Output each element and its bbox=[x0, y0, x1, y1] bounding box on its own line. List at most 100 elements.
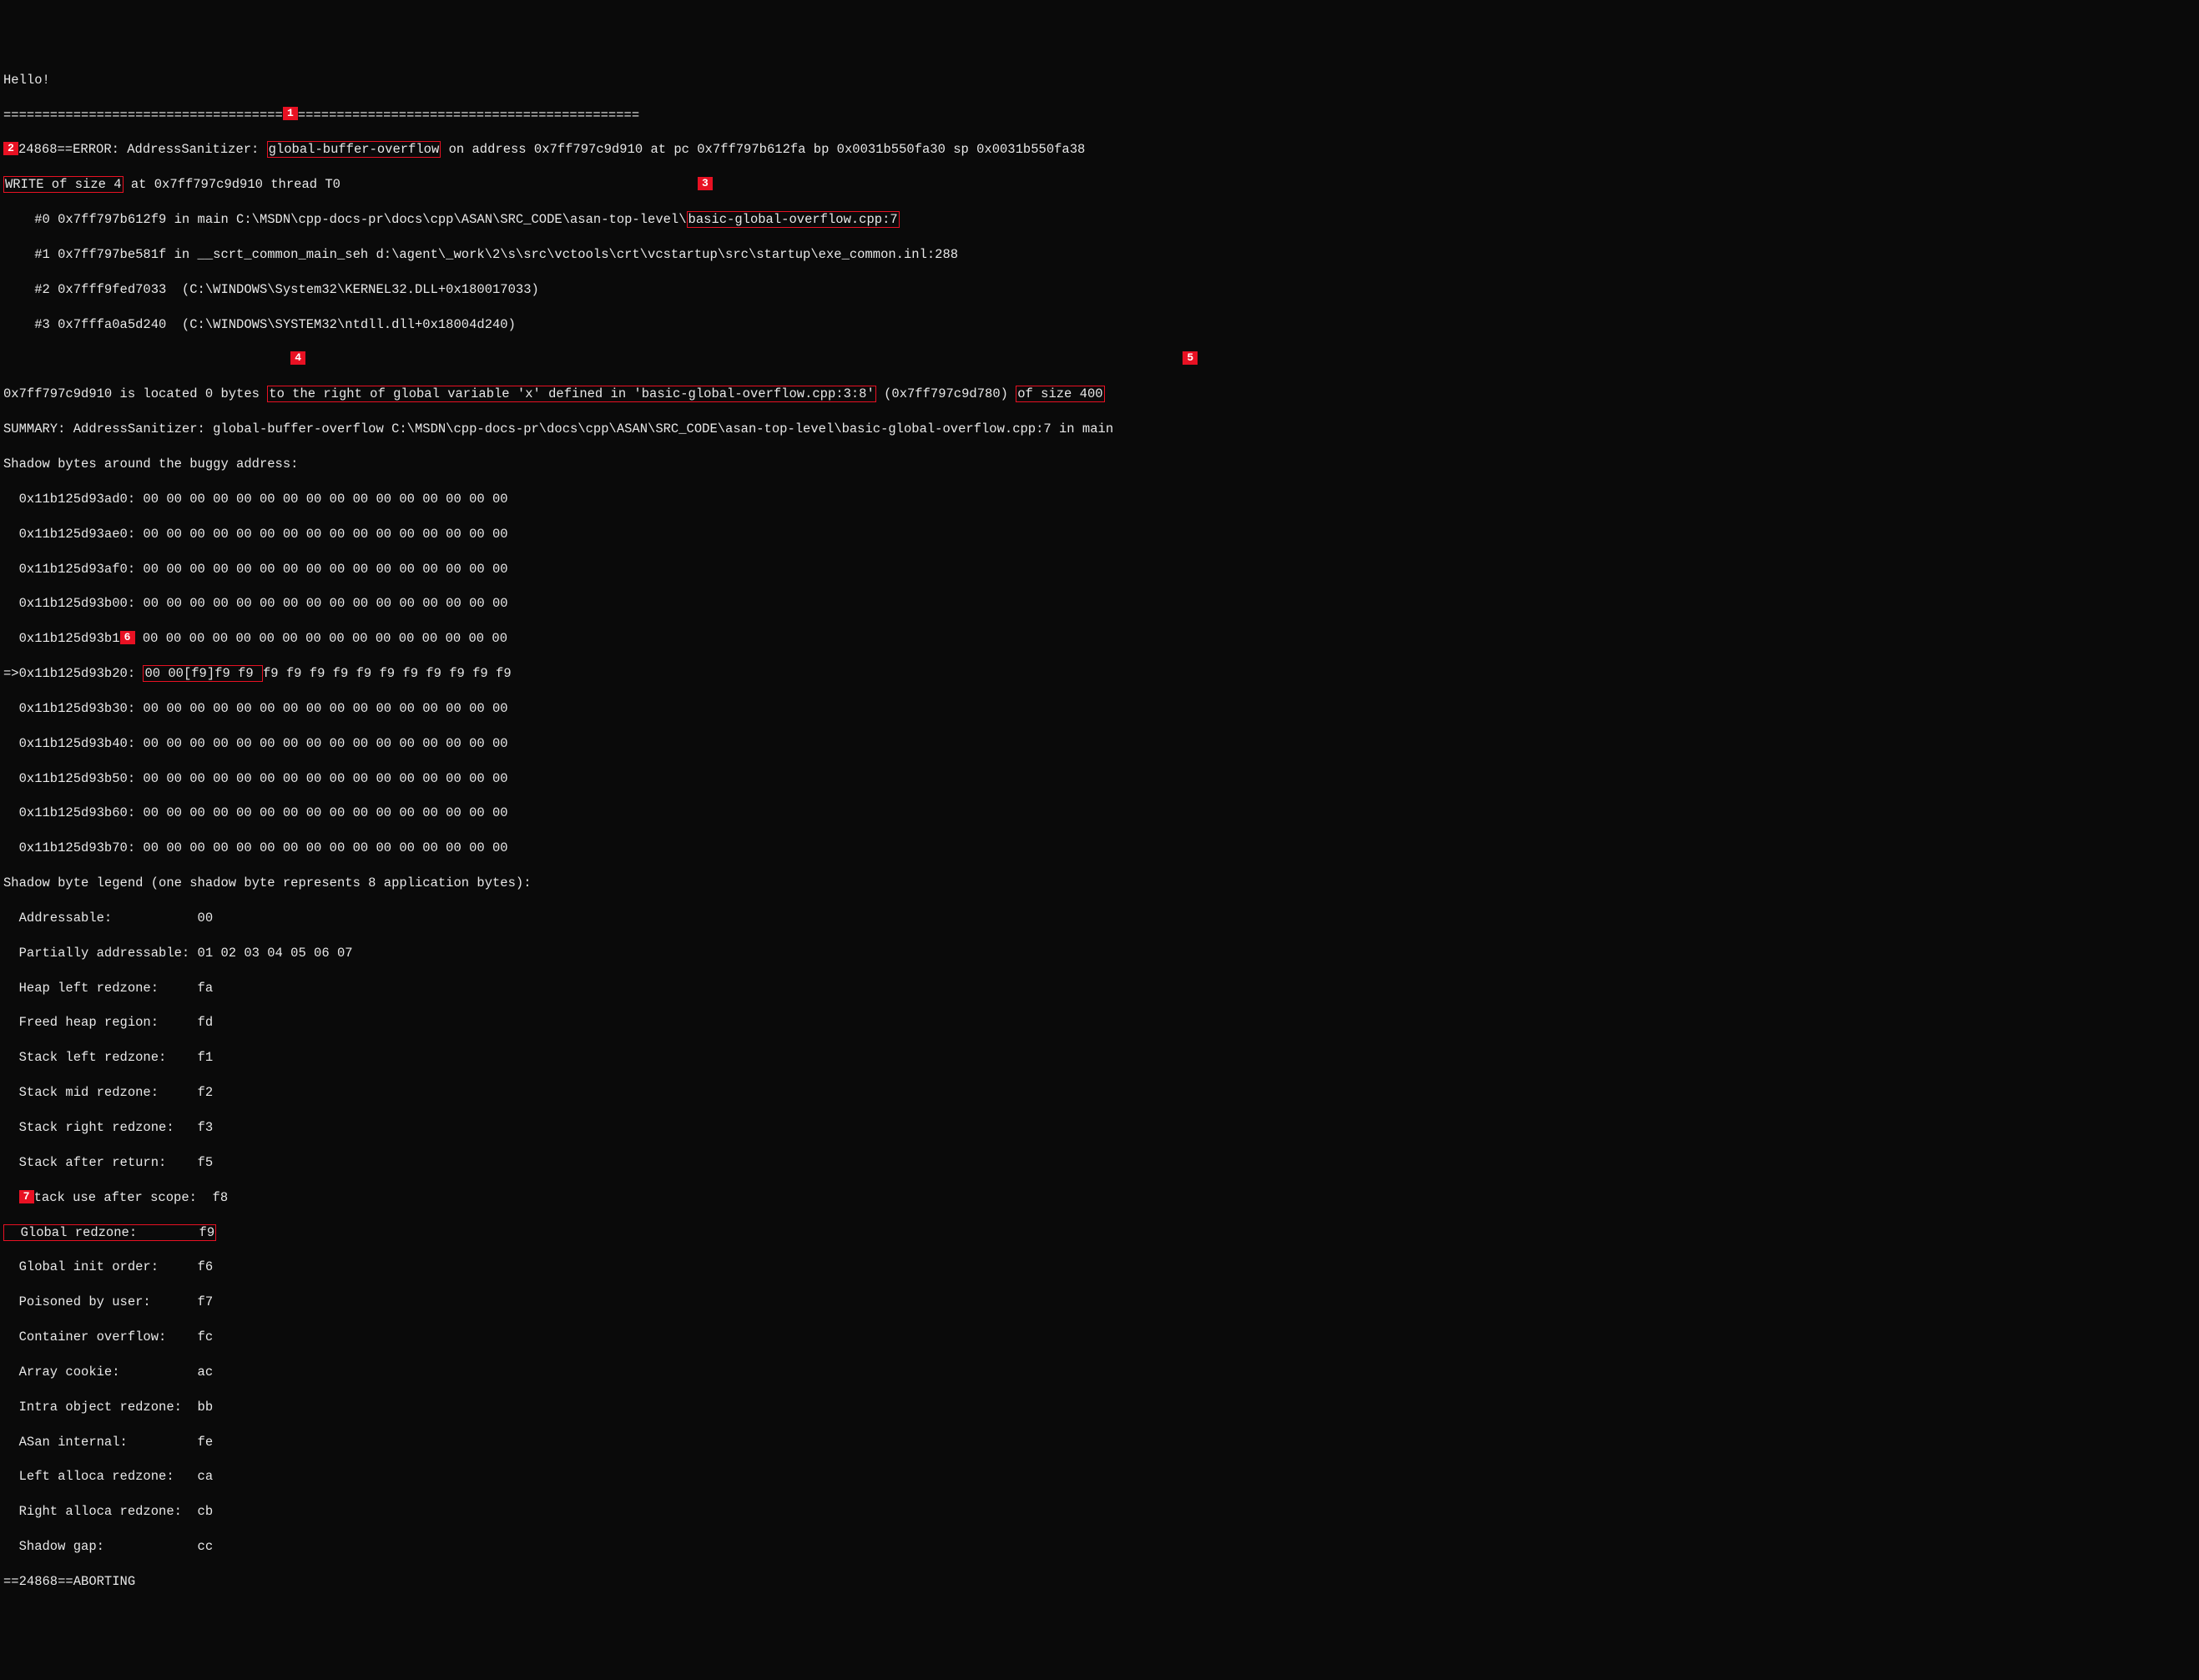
summary-line: SUMMARY: AddressSanitizer: global-buffer… bbox=[3, 421, 2196, 438]
callout-1: 1 bbox=[283, 107, 298, 120]
legend-row: Stack mid redzone: f2 bbox=[3, 1084, 2196, 1102]
sr4a: 0x11b125d93b1 bbox=[3, 631, 120, 646]
legend-row-global-redzone: Global redzone: f9 bbox=[3, 1224, 2196, 1242]
l12: Container overflow: fc bbox=[3, 1329, 213, 1345]
legend-hdr: Shadow byte legend (one shadow byte repr… bbox=[3, 875, 532, 890]
stack-frame-3: #3 0x7fffa0a5d240 (C:\WINDOWS\SYSTEM32\n… bbox=[3, 316, 2196, 334]
shadow-row: 0x11b125d93ad0: 00 00 00 00 00 00 00 00 … bbox=[3, 491, 2196, 508]
callout-5: 5 bbox=[1183, 351, 1198, 365]
shadow-row: 0x11b125d93b50: 00 00 00 00 00 00 00 00 … bbox=[3, 770, 2196, 788]
l18: Shadow gap: cc bbox=[3, 1539, 213, 1554]
error-prefix: 24868==ERROR: AddressSanitizer: bbox=[18, 142, 267, 157]
greeting: Hello! bbox=[3, 73, 50, 88]
legend-row: Stack left redzone: f1 bbox=[3, 1049, 2196, 1067]
l13: Array cookie: ac bbox=[3, 1365, 213, 1380]
error-type: global-buffer-overflow bbox=[267, 141, 441, 158]
legend-row: Array cookie: ac bbox=[3, 1364, 2196, 1381]
shadow-row: 0x11b125d93b00: 00 00 00 00 00 00 00 00 … bbox=[3, 595, 2196, 613]
error-line: 224868==ERROR: AddressSanitizer: global-… bbox=[3, 141, 2196, 159]
sr5b: 00 00[f9]f9 f9 bbox=[143, 665, 263, 682]
sr5c: f9 f9 f9 f9 f9 f9 f9 f9 f9 f9 f9 bbox=[263, 666, 512, 681]
legend-row: Intra object redzone: bb bbox=[3, 1399, 2196, 1416]
callout-6: 6 bbox=[120, 631, 135, 644]
loc-addr: (0x7ff797c9d780) bbox=[876, 386, 1016, 401]
legend-row: Left alloca redzone: ca bbox=[3, 1468, 2196, 1486]
shadow-header: Shadow bytes around the buggy address: bbox=[3, 456, 2196, 473]
l14: Intra object redzone: bb bbox=[3, 1400, 213, 1415]
loc-pre: 0x7ff797c9d910 is located 0 bytes bbox=[3, 386, 267, 401]
legend-row: Freed heap region: fd bbox=[3, 1014, 2196, 1032]
legend-row: Right alloca redzone: cb bbox=[3, 1503, 2196, 1521]
l4: Stack left redzone: f1 bbox=[3, 1050, 213, 1065]
sr9: 0x11b125d93b60: 00 00 00 00 00 00 00 00 … bbox=[3, 805, 508, 820]
blank-line: 4 5 bbox=[3, 351, 2196, 368]
l2: Heap left redzone: fa bbox=[3, 981, 213, 996]
greeting-line: Hello! bbox=[3, 72, 2196, 89]
hr-line: ====================================1===… bbox=[3, 107, 2196, 124]
l5: Stack mid redzone: f2 bbox=[3, 1085, 213, 1100]
shadow-row-current: =>0x11b125d93b20: 00 00[f9]f9 f9 f9 f9 f… bbox=[3, 665, 2196, 683]
frame0-a: #0 0x7ff797b612f9 in main C:\MSDN\cpp-do… bbox=[3, 212, 687, 227]
l6: Stack right redzone: f3 bbox=[3, 1120, 213, 1135]
abort: ==24868==ABORTING bbox=[3, 1574, 135, 1589]
legend-row: Heap left redzone: fa bbox=[3, 980, 2196, 997]
legend-row: 7tack use after scope: f8 bbox=[3, 1189, 2196, 1207]
frame1: #1 0x7ff797be581f in __scrt_common_main_… bbox=[3, 247, 958, 262]
loc-size: of size 400 bbox=[1016, 386, 1104, 402]
l1: Partially addressable: 01 02 03 04 05 06… bbox=[3, 946, 353, 961]
summary: SUMMARY: AddressSanitizer: global-buffer… bbox=[3, 421, 1113, 436]
stack-frame-0: #0 0x7ff797b612f9 in main C:\MSDN\cpp-do… bbox=[3, 211, 2196, 229]
stack-frame-2: #2 0x7fff9fed7033 (C:\WINDOWS\System32\K… bbox=[3, 281, 2196, 299]
write-line: WRITE of size 4 at 0x7ff797c9d910 thread… bbox=[3, 176, 2196, 194]
legend-row: Poisoned by user: f7 bbox=[3, 1294, 2196, 1311]
sr8: 0x11b125d93b50: 00 00 00 00 00 00 00 00 … bbox=[3, 771, 508, 786]
shadow-row: 0x11b125d93b60: 00 00 00 00 00 00 00 00 … bbox=[3, 805, 2196, 822]
legend-row: Partially addressable: 01 02 03 04 05 06… bbox=[3, 945, 2196, 962]
l7: Stack after return: f5 bbox=[3, 1155, 213, 1170]
legend-row: Stack right redzone: f3 bbox=[3, 1119, 2196, 1137]
hr-right: ========================================… bbox=[298, 108, 639, 123]
stack-frame-1: #1 0x7ff797be581f in __scrt_common_main_… bbox=[3, 246, 2196, 264]
l10: Global init order: f6 bbox=[3, 1259, 213, 1274]
hr-left: ==================================== bbox=[3, 108, 283, 123]
shadow-row: 0x11b125d93b40: 00 00 00 00 00 00 00 00 … bbox=[3, 735, 2196, 753]
loc-mid: to the right of global variable 'x' defi… bbox=[267, 386, 876, 402]
legend-row: Stack after return: f5 bbox=[3, 1154, 2196, 1172]
sr3: 0x11b125d93b00: 00 00 00 00 00 00 00 00 … bbox=[3, 596, 508, 611]
frame2: #2 0x7fff9fed7033 (C:\WINDOWS\System32\K… bbox=[3, 282, 539, 297]
sr0: 0x11b125d93ad0: 00 00 00 00 00 00 00 00 … bbox=[3, 492, 508, 507]
sr6: 0x11b125d93b30: 00 00 00 00 00 00 00 00 … bbox=[3, 701, 508, 716]
l0: Addressable: 00 bbox=[3, 911, 213, 926]
l3: Freed heap region: fd bbox=[3, 1015, 213, 1030]
l15: ASan internal: fe bbox=[3, 1435, 213, 1450]
shadow-row: 0x11b125d93ae0: 00 00 00 00 00 00 00 00 … bbox=[3, 526, 2196, 543]
legend-row: Container overflow: fc bbox=[3, 1329, 2196, 1346]
sr2: 0x11b125d93af0: 00 00 00 00 00 00 00 00 … bbox=[3, 562, 508, 577]
shadow-row: 0x11b125d93af0: 00 00 00 00 00 00 00 00 … bbox=[3, 561, 2196, 578]
l17: Right alloca redzone: cb bbox=[3, 1504, 213, 1519]
sr4b: 00 00 00 00 00 00 00 00 00 00 00 00 00 0… bbox=[135, 631, 507, 646]
l16: Left alloca redzone: ca bbox=[3, 1469, 213, 1484]
callout-2: 2 bbox=[3, 142, 18, 155]
shadow-row: 0x11b125d93b70: 00 00 00 00 00 00 00 00 … bbox=[3, 840, 2196, 857]
write-tail: at 0x7ff797c9d910 thread T0 bbox=[124, 177, 340, 192]
location-line: 0x7ff797c9d910 is located 0 bytes to the… bbox=[3, 386, 2196, 403]
abort-line: ==24868==ABORTING bbox=[3, 1573, 2196, 1591]
sr10: 0x11b125d93b70: 00 00 00 00 00 00 00 00 … bbox=[3, 840, 508, 855]
sr5a: =>0x11b125d93b20: bbox=[3, 666, 143, 681]
legend-row: ASan internal: fe bbox=[3, 1434, 2196, 1451]
sr7: 0x11b125d93b40: 00 00 00 00 00 00 00 00 … bbox=[3, 736, 508, 751]
callout-4: 4 bbox=[290, 351, 305, 365]
shadow-row: 0x11b125d93b16 00 00 00 00 00 00 00 00 0… bbox=[3, 630, 2196, 648]
legend-row: Shadow gap: cc bbox=[3, 1538, 2196, 1556]
frame3: #3 0x7fffa0a5d240 (C:\WINDOWS\SYSTEM32\n… bbox=[3, 317, 516, 332]
l8a: tack use after scope: f8 bbox=[34, 1190, 229, 1205]
error-tail: on address 0x7ff797c9d910 at pc 0x7ff797… bbox=[441, 142, 1085, 157]
callout-3: 3 bbox=[698, 177, 713, 190]
callout-7: 7 bbox=[19, 1190, 34, 1203]
shadow-row: 0x11b125d93b30: 00 00 00 00 00 00 00 00 … bbox=[3, 700, 2196, 718]
legend-row: Addressable: 00 bbox=[3, 910, 2196, 927]
frame0-file: basic-global-overflow.cpp:7 bbox=[687, 211, 900, 228]
l9: Global redzone: f9 bbox=[3, 1224, 216, 1241]
l11: Poisoned by user: f7 bbox=[3, 1294, 213, 1309]
